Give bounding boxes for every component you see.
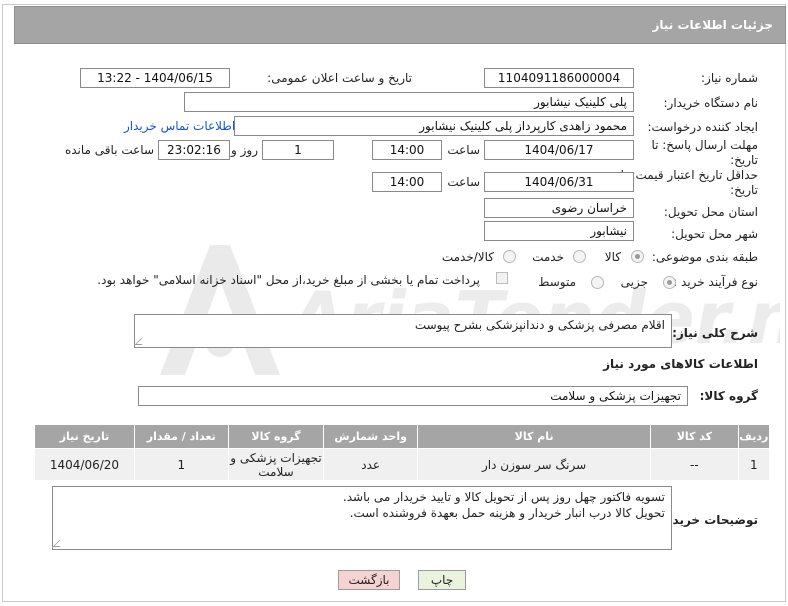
need-number-field: 1104091186000004 <box>484 68 634 88</box>
print-button[interactable]: چاپ <box>418 570 466 590</box>
table-row: 1 -- سرنگ سر سوزن دار عدد تجهیزات پزشکی … <box>34 448 771 481</box>
col-unit: واحد شمارش <box>323 424 419 449</box>
deadline-date-field: 1404/06/17 <box>484 140 634 160</box>
col-item-code: کد کالا <box>650 424 739 449</box>
col-quantity: تعداد / مقدار <box>133 424 229 449</box>
days-label: روز و <box>231 143 258 157</box>
validity-time-label: ساعت <box>447 175 480 189</box>
announce-date-field: 1404/06/15 - 13:22 <box>80 68 230 88</box>
validity-time-field: 14:00 <box>372 172 442 192</box>
goods-section-title: اطلاعات کالاهای مورد نیاز <box>603 357 758 371</box>
category-option-goods-service: کالا/خدمت <box>441 250 494 264</box>
table-header-row: ردیف کد کالا نام کالا واحد شمارش گروه کا… <box>34 424 771 449</box>
goods-group-label: گروه کالا: <box>699 389 758 403</box>
description-label: شرح کلی نیاز: <box>672 326 758 340</box>
deadline-label: مهلت ارسال پاسخ: تا تاریخ: <box>651 138 758 167</box>
category-radio-goods[interactable] <box>631 250 644 263</box>
category-radio-goods-service[interactable] <box>503 250 516 263</box>
cell-unit: عدد <box>323 448 419 481</box>
category-radio-service[interactable] <box>573 250 586 263</box>
col-item-group: گروه کالا <box>227 424 325 449</box>
cell-item-code: -- <box>650 448 739 481</box>
province-field: خراسان رضوی <box>484 198 634 218</box>
buyer-org-field: پلی کلینیک نیشابور <box>184 92 634 112</box>
deadline-time-field: 14:00 <box>372 140 442 160</box>
treasury-payment-note: پرداخت تمام یا بخشی از مبلغ خرید،از محل … <box>97 273 480 287</box>
days-remaining-field: 1 <box>262 140 334 160</box>
province-label: استان محل تحویل: <box>663 205 758 219</box>
city-label: شهر محل تحویل: <box>671 227 758 241</box>
resize-grip-icon[interactable] <box>52 540 67 547</box>
goods-group-field: تجهیزات پزشکی و سلامت <box>138 386 688 406</box>
page-header: جزئیات اطلاعات نیاز <box>14 6 786 44</box>
process-radio-medium[interactable] <box>591 276 604 289</box>
city-field: نیشابور <box>484 221 634 241</box>
buyer-notes-textarea[interactable]: تسویه فاکتور چهل روز پس از تحویل کالا و … <box>52 486 672 550</box>
cell-need-date: 1404/06/20 <box>34 448 135 481</box>
cell-item-name: سرنگ سر سوزن دار <box>417 448 652 481</box>
cell-item-group: تجهیزات پزشکی و سلامت <box>227 448 325 481</box>
buyer-notes-line-1: تسویه فاکتور چهل روز پس از تحویل کالا و … <box>342 490 665 504</box>
remaining-time-label: ساعت باقی مانده <box>64 143 154 157</box>
buyer-org-label: نام دستگاه خریدار: <box>663 96 759 110</box>
description-text: اقلام مصرفی پزشکی و دندانپزشکی بشرح پیوس… <box>414 318 665 332</box>
description-textarea[interactable]: اقلام مصرفی پزشکی و دندانپزشکی بشرح پیوس… <box>134 314 672 348</box>
category-option-service: خدمت <box>532 250 564 264</box>
category-label: طبقه بندی موضوعی: <box>651 250 758 264</box>
cell-quantity: 1 <box>133 448 229 481</box>
process-radio-minor[interactable] <box>663 276 676 289</box>
validity-date-field: 1404/06/31 <box>484 172 634 192</box>
page-title: جزئیات اطلاعات نیاز <box>652 18 773 32</box>
remaining-time-field: 23:02:16 <box>158 140 230 160</box>
col-row-number: ردیف <box>737 424 771 449</box>
buyer-contact-link[interactable]: اطلاعات تماس خریدار <box>124 119 235 133</box>
resize-grip-icon[interactable] <box>134 338 149 345</box>
cell-row-number: 1 <box>737 448 771 481</box>
col-item-name: نام کالا <box>417 424 652 449</box>
need-number-label: شماره نیاز: <box>701 71 758 85</box>
process-option-minor: جزیی <box>620 275 648 289</box>
goods-table: ردیف کد کالا نام کالا واحد شمارش گروه کا… <box>34 424 771 481</box>
process-label: نوع فرآیند خرید : <box>673 275 758 289</box>
creator-label: ایجاد کننده درخواست: <box>647 120 758 134</box>
validity-label: حداقل تاریخ اعتبار قیمت: تا تاریخ: <box>620 168 758 197</box>
col-need-date: تاریخ نیاز <box>34 424 135 449</box>
deadline-time-label: ساعت <box>447 143 480 157</box>
back-button[interactable]: بازگشت <box>338 570 400 590</box>
announce-date-label: تاریخ و ساعت اعلان عمومی: <box>267 71 412 85</box>
buyer-notes-line-2: تحویل کالا درب انبار خریدار و هزینه حمل … <box>349 506 665 520</box>
category-option-goods: کالا <box>604 250 621 264</box>
creator-field: محمود زاهدی کارپرداز پلی کلینیک نیشابور <box>234 116 634 136</box>
process-option-medium: متوسط <box>538 275 576 289</box>
treasury-payment-checkbox[interactable] <box>496 272 508 284</box>
